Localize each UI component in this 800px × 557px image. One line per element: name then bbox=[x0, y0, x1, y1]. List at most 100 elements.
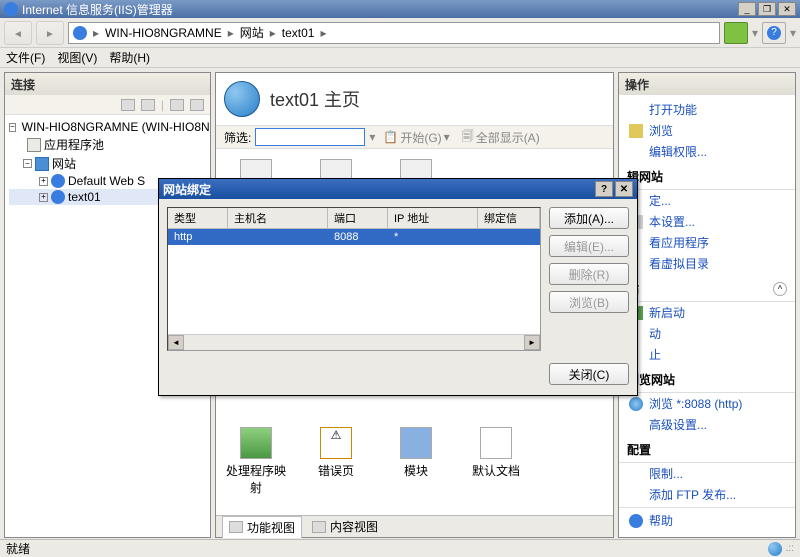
delete-button[interactable]: 删除(R) bbox=[549, 263, 629, 285]
col-type[interactable]: 类型 bbox=[168, 208, 228, 228]
blank-icon bbox=[629, 103, 643, 117]
refresh-button[interactable] bbox=[724, 22, 748, 44]
actions-header: 操作 bbox=[619, 73, 795, 95]
grid-scrollbar[interactable]: ◄ ► bbox=[168, 334, 540, 350]
expander-icon[interactable]: − bbox=[23, 159, 32, 168]
blank-icon bbox=[629, 467, 643, 481]
action-advanced-settings[interactable]: 高级设置... bbox=[619, 414, 795, 435]
filter-input[interactable] bbox=[255, 128, 365, 146]
action-open-feature[interactable]: 打开功能 bbox=[619, 99, 795, 120]
col-binding-info[interactable]: 绑定信 bbox=[478, 208, 540, 228]
dialog-close-button[interactable]: ✕ bbox=[615, 181, 633, 197]
section-browse-site: 浏览网站 bbox=[619, 367, 795, 393]
menu-view[interactable]: 视图(V) bbox=[57, 49, 97, 66]
breadcrumb-seg-sites[interactable]: 网站 bbox=[240, 24, 264, 41]
site-icon bbox=[51, 174, 65, 188]
connections-header: 连接 bbox=[5, 73, 210, 95]
col-ip[interactable]: IP 地址 bbox=[388, 208, 478, 228]
site-icon bbox=[51, 190, 65, 204]
edit-button[interactable]: 编辑(E)... bbox=[549, 235, 629, 257]
chevron-right-icon: ▸ bbox=[266, 26, 280, 40]
col-host[interactable]: 主机名 bbox=[228, 208, 328, 228]
action-view-apps[interactable]: 看应用程序 bbox=[619, 232, 795, 253]
action-basic-settings[interactable]: 本设置... bbox=[619, 211, 795, 232]
chevron-right-icon: ▸ bbox=[316, 26, 330, 40]
action-help[interactable]: 帮助 bbox=[619, 510, 795, 531]
action-add-ftp[interactable]: 添加 FTP 发布... bbox=[619, 484, 795, 505]
toolbar-icon[interactable] bbox=[190, 99, 204, 111]
collapse-icon[interactable]: ^ bbox=[773, 282, 787, 296]
blank-icon bbox=[629, 145, 643, 159]
tab-content-view[interactable]: 内容视图 bbox=[306, 516, 384, 537]
close-button[interactable]: ✕ bbox=[778, 2, 796, 16]
scroll-left-icon[interactable]: ◄ bbox=[168, 335, 184, 350]
feature-error-pages[interactable]: ⚠错误页 bbox=[306, 427, 366, 496]
help-button[interactable]: ? bbox=[762, 22, 786, 44]
toolbar-icon[interactable] bbox=[121, 99, 135, 111]
back-button[interactable] bbox=[4, 21, 32, 45]
action-bindings[interactable]: 定... bbox=[619, 190, 795, 211]
window-title: Internet 信息服务(IIS)管理器 bbox=[22, 1, 173, 18]
start-button[interactable]: 📋开始(G) ▾ bbox=[379, 129, 453, 146]
forward-button[interactable] bbox=[36, 21, 64, 45]
toolbar-icon[interactable] bbox=[141, 99, 155, 111]
site-bindings-dialog: 网站绑定 ? ✕ 类型 主机名 端口 IP 地址 绑定信 http 8088 *… bbox=[158, 178, 638, 396]
feature-modules[interactable]: 模块 bbox=[386, 427, 446, 496]
tree-app-pools[interactable]: 应用程序池 bbox=[9, 135, 206, 154]
tree-server-node[interactable]: − WIN-HIO8NGRAMNE (WIN-HIO8N bbox=[9, 119, 206, 135]
scroll-right-icon[interactable]: ► bbox=[524, 335, 540, 350]
resize-grip: .:: bbox=[786, 543, 794, 554]
action-stop[interactable]: 止 bbox=[619, 344, 795, 365]
minimize-button[interactable]: _ bbox=[738, 2, 756, 16]
view-tabs: 功能视图 内容视图 bbox=[216, 515, 613, 537]
modules-icon bbox=[400, 427, 432, 459]
help-icon: ? bbox=[767, 26, 781, 40]
menu-help[interactable]: 帮助(H) bbox=[109, 49, 150, 66]
window-controls: _ ❐ ✕ bbox=[738, 2, 796, 16]
filter-bar: 筛选: ▾ 📋开始(G) ▾ 🗐全部显示(A) bbox=[216, 125, 613, 149]
cell-host bbox=[228, 229, 328, 245]
breadcrumb-seg-text01[interactable]: text01 bbox=[282, 26, 315, 40]
action-start[interactable]: 动 bbox=[619, 323, 795, 344]
action-edit-permissions[interactable]: 编辑权限... bbox=[619, 141, 795, 162]
tree-sites[interactable]: − 网站 bbox=[9, 154, 206, 173]
col-port[interactable]: 端口 bbox=[328, 208, 388, 228]
dialog-help-button[interactable]: ? bbox=[595, 181, 613, 197]
action-browse[interactable]: 浏览 bbox=[619, 120, 795, 141]
feature-handler-mappings[interactable]: 处理程序映射 bbox=[226, 427, 286, 496]
add-button[interactable]: 添加(A)... bbox=[549, 207, 629, 229]
feature-default-document[interactable]: 默认文档 bbox=[466, 427, 526, 496]
maximize-button[interactable]: ❐ bbox=[758, 2, 776, 16]
blank-icon bbox=[629, 418, 643, 432]
action-restart[interactable]: 新启动 bbox=[619, 302, 795, 323]
sites-icon bbox=[35, 157, 49, 171]
app-pool-icon bbox=[27, 138, 41, 152]
dialog-title: 网站绑定 bbox=[163, 181, 211, 198]
close-button[interactable]: 关闭(C) bbox=[549, 363, 629, 385]
actions-panel: 操作 打开功能 浏览 编辑权限... 辑网站 定... 本设置... 看应用程序… bbox=[618, 72, 796, 538]
action-limits[interactable]: 限制... bbox=[619, 463, 795, 484]
dropdown-icon[interactable]: ▾ bbox=[752, 26, 758, 40]
dialog-buttons: 添加(A)... 编辑(E)... 删除(R) 浏览(B) bbox=[549, 207, 629, 351]
app-icon bbox=[4, 2, 18, 16]
binding-row[interactable]: http 8088 * bbox=[168, 229, 540, 245]
menu-file[interactable]: 文件(F) bbox=[6, 49, 45, 66]
show-all-button[interactable]: 🗐全部显示(A) bbox=[458, 127, 544, 148]
expander-icon[interactable]: − bbox=[9, 123, 16, 132]
globe-icon bbox=[224, 81, 260, 117]
actions-list: 打开功能 浏览 编辑权限... 辑网站 定... 本设置... 看应用程序 看虚… bbox=[619, 95, 795, 537]
tab-features-view[interactable]: 功能视图 bbox=[222, 516, 302, 538]
browse-button[interactable]: 浏览(B) bbox=[549, 291, 629, 313]
chevron-right-icon: ▸ bbox=[89, 26, 103, 40]
help-dropdown-icon[interactable]: ▾ bbox=[790, 26, 796, 40]
toolbar-icon[interactable] bbox=[170, 99, 184, 111]
action-browse-8088[interactable]: 浏览 *:8088 (http) bbox=[619, 393, 795, 414]
expander-icon[interactable]: + bbox=[39, 193, 48, 202]
expander-icon[interactable]: + bbox=[39, 177, 48, 186]
breadcrumb-seg-server[interactable]: WIN-HIO8NGRAMNE bbox=[105, 26, 222, 40]
page-title: text01 主页 bbox=[270, 86, 360, 112]
action-view-vdir[interactable]: 看虚拟目录 bbox=[619, 253, 795, 274]
section-edit-site: 辑网站 bbox=[619, 164, 795, 190]
breadcrumb[interactable]: ▸ WIN-HIO8NGRAMNE ▸ 网站 ▸ text01 ▸ bbox=[68, 22, 720, 44]
dialog-titlebar: 网站绑定 ? ✕ bbox=[159, 179, 637, 199]
